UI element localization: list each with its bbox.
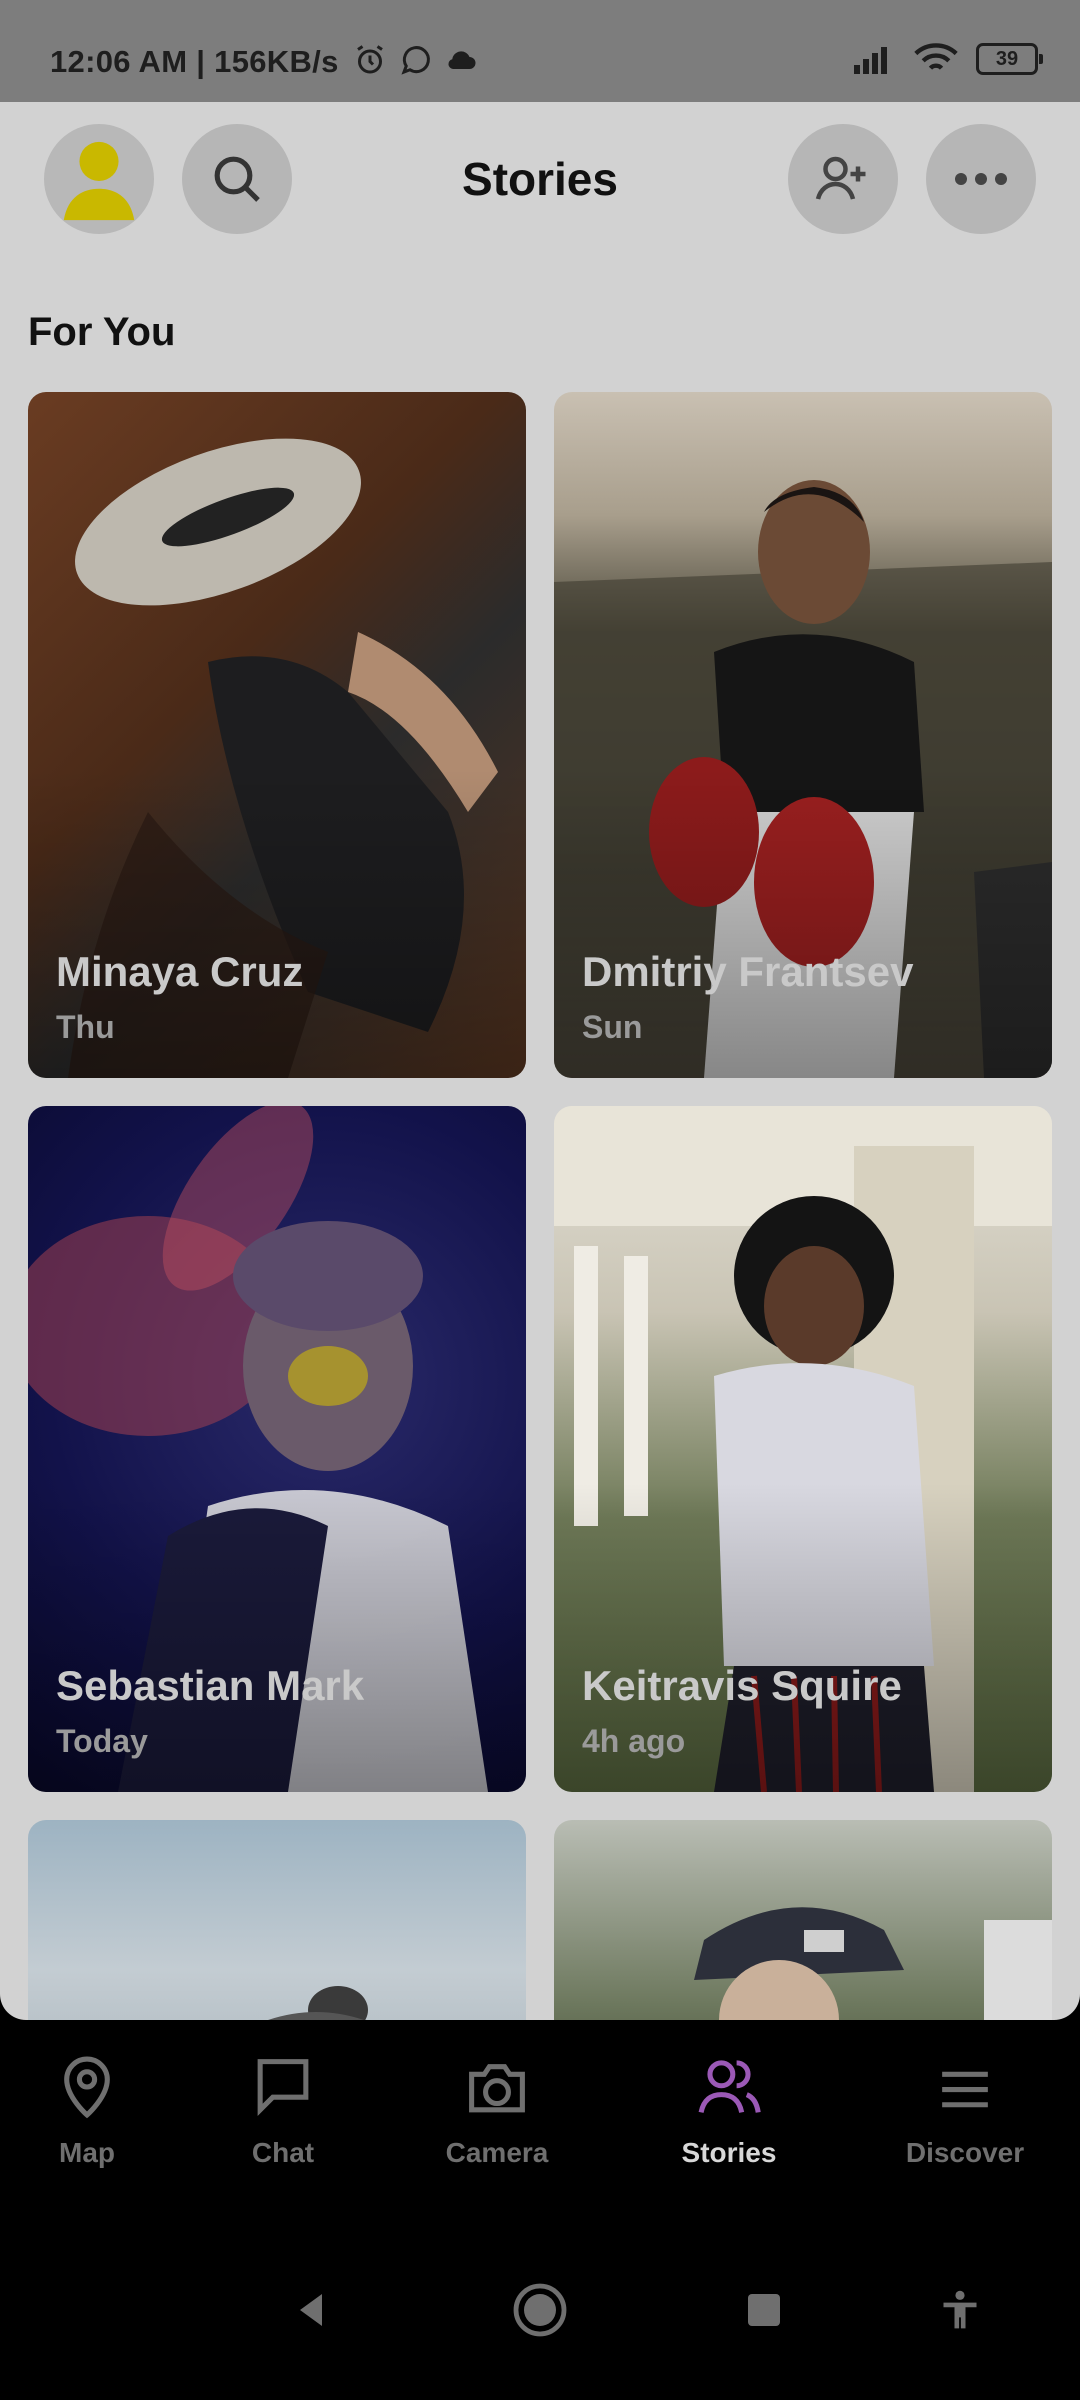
stories-screen: Stories For You Minaya Cruz Thu Dmitriy …: [0, 102, 1080, 2020]
recents-icon: [748, 2294, 780, 2326]
story-card[interactable]: Minaya Cruz Thu: [28, 392, 526, 1078]
chat-icon: [257, 2059, 309, 2116]
section-title-for-you: For You: [28, 310, 176, 354]
story-name: Dmitriy Frantsev: [582, 948, 914, 995]
story-card[interactable]: Sebastian Mark Today: [28, 1106, 526, 1792]
story-name: Keitravis Squire: [582, 1662, 902, 1709]
back-icon: [300, 2294, 322, 2326]
story-name: Minaya Cruz: [56, 948, 304, 995]
accessibility-icon: [943, 2290, 977, 2329]
cloud-icon: [448, 51, 476, 69]
home-icon: [513, 2283, 567, 2337]
menu-icon: [942, 2071, 988, 2108]
story-card[interactable]: [28, 1820, 526, 2020]
story-thumbnail: [268, 1986, 368, 2020]
story-thumbnail: [694, 1907, 1052, 2020]
friends-icon: [698, 2060, 761, 2114]
more-icon: [955, 173, 1007, 185]
accessibility-button[interactable]: [930, 2280, 990, 2340]
status-bar: 12:06 AM | 156KB/s 39: [0, 0, 1080, 102]
story-name: Sebastian Mark: [56, 1662, 365, 1709]
camera-icon: [469, 2064, 525, 2113]
story-card[interactable]: Keitravis Squire 4h ago: [554, 1106, 1052, 1792]
story-time: Thu: [56, 1009, 115, 1045]
page-title: Stories: [462, 153, 618, 205]
story-time: Sun: [582, 1009, 643, 1045]
more-options-button[interactable]: [926, 124, 1036, 234]
story-time: Today: [56, 1723, 148, 1759]
story-card[interactable]: [554, 1820, 1052, 2020]
alarm-icon: [357, 45, 383, 74]
story-time: 4h ago: [582, 1723, 686, 1759]
nav-map[interactable]: Map: [2, 2054, 172, 2169]
home-button[interactable]: [510, 2280, 570, 2340]
status-time: 12:06 AM | 156KB/s: [50, 44, 339, 79]
battery-indicator: 39: [976, 43, 1043, 75]
signal-icon: [854, 47, 887, 74]
nav-camera[interactable]: Camera: [412, 2054, 582, 2169]
nav-stories[interactable]: Stories: [644, 2054, 814, 2169]
map-pin-icon: [64, 2056, 110, 2119]
recents-button[interactable]: [734, 2280, 794, 2340]
system-navigation-bar: [0, 2220, 1080, 2400]
back-button[interactable]: [282, 2280, 342, 2340]
nav-discover[interactable]: Discover: [880, 2054, 1050, 2169]
story-card[interactable]: Dmitriy Frantsev Sun: [554, 392, 1052, 1078]
bottom-navigation: Map Chat Camera Stories Discover: [0, 2020, 1080, 2220]
add-friend-button[interactable]: [788, 124, 898, 234]
wifi-icon: [914, 43, 958, 70]
whatsapp-icon: [401, 46, 430, 75]
nav-chat[interactable]: Chat: [198, 2054, 368, 2169]
add-friend-icon: [815, 156, 866, 200]
